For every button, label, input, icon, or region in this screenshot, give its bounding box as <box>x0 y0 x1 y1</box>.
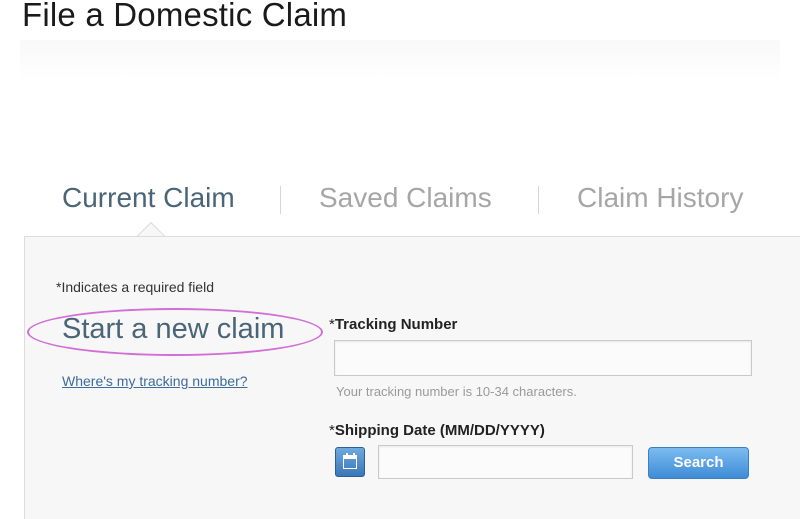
claim-tabs: Current Claim Saved Claims Claim History <box>0 178 800 222</box>
tracking-number-input[interactable] <box>334 340 752 376</box>
shipping-date-input[interactable] <box>378 445 633 479</box>
highlight-annotation <box>27 308 323 356</box>
tracking-number-label-text: Tracking Number <box>334 316 458 333</box>
tab-claim-history[interactable]: Claim History <box>577 182 743 214</box>
title-shadow <box>20 40 780 80</box>
tab-divider <box>280 186 281 214</box>
shipping-date-label: *Shipping Date (MM/DD/YYYY) <box>329 422 545 439</box>
page-title: File a Domestic Claim <box>22 0 348 33</box>
tab-divider <box>538 186 539 214</box>
required-field-note: *Indicates a required field <box>56 279 214 295</box>
calendar-icon-ring <box>353 453 355 457</box>
tracking-number-help-text: Your tracking number is 10-34 characters… <box>336 384 577 399</box>
search-button[interactable]: Search <box>648 447 749 479</box>
calendar-icon[interactable] <box>335 447 365 477</box>
calendar-icon-ring <box>346 453 348 457</box>
shipping-date-label-text: Shipping Date (MM/DD/YYYY) <box>334 422 545 439</box>
calendar-icon-body <box>343 456 357 469</box>
tracking-number-help-link[interactable]: Where's my tracking number? <box>62 373 248 389</box>
tab-current-claim[interactable]: Current Claim <box>62 182 235 214</box>
tracking-number-label: *Tracking Number <box>329 316 457 333</box>
tab-saved-claims[interactable]: Saved Claims <box>319 182 492 214</box>
